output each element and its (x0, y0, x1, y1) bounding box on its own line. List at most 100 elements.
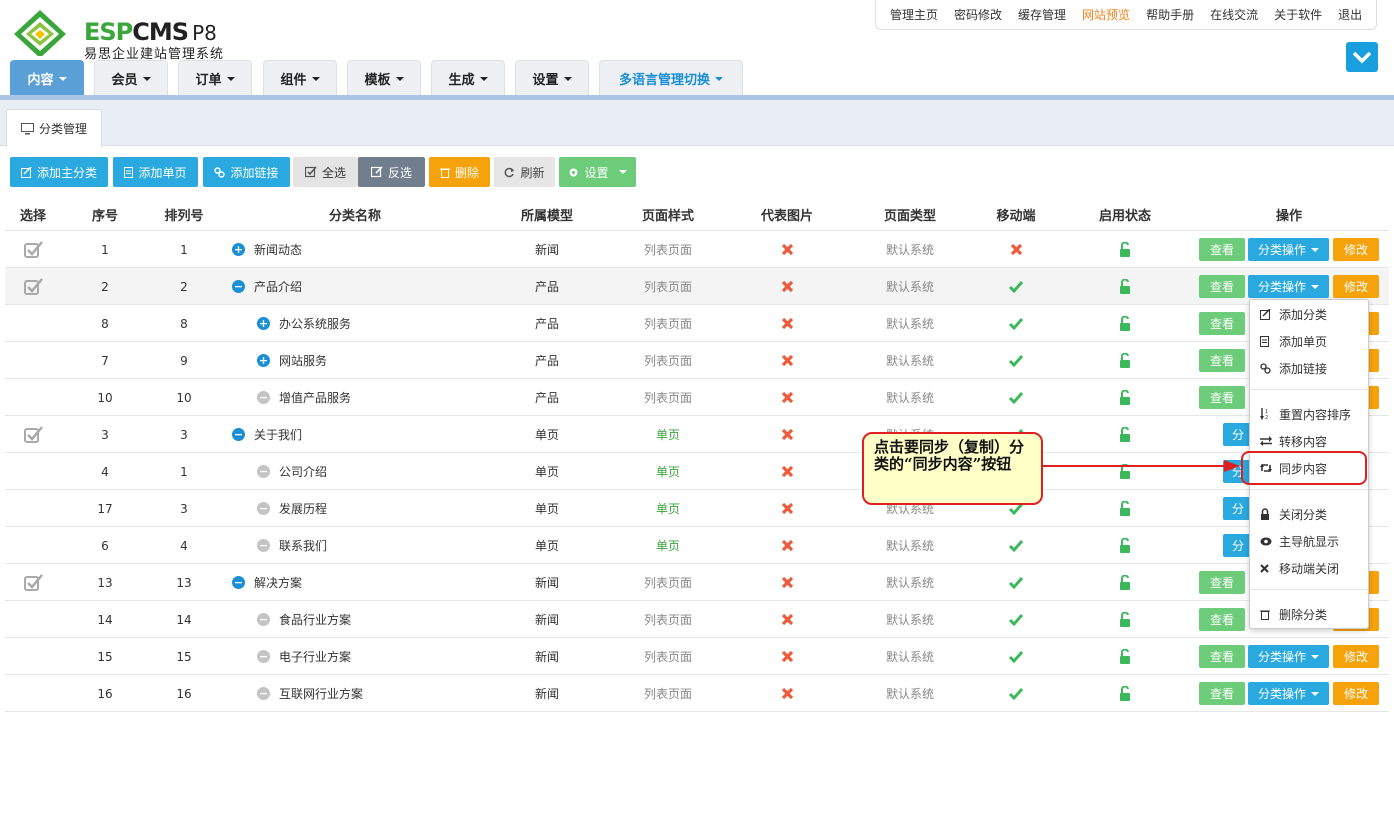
checkbox-icon[interactable] (23, 574, 43, 591)
cell-page-type: 默认系统 (885, 613, 934, 627)
nav-tab[interactable]: 多语言管理切换 (599, 60, 743, 96)
menu-item[interactable]: 关闭分类 (1250, 502, 1368, 526)
nav-tab-label: 组件 (280, 73, 307, 88)
menu-item[interactable]: 添加链接 (1250, 356, 1368, 380)
nav-tab[interactable]: 订单 (178, 60, 252, 96)
table-cell (8, 601, 58, 638)
top-menu-item[interactable]: 网站预览 (1074, 6, 1138, 23)
expand-plus-icon[interactable]: + (257, 354, 270, 367)
invert-selection-button[interactable]: 反选 (358, 157, 425, 187)
view-button[interactable]: 查看 (1199, 571, 1245, 594)
menu-item[interactable]: 添加分类 (1250, 302, 1368, 326)
menu-item[interactable]: 主导航显示 (1250, 529, 1368, 553)
cell-name: − 公司介绍 (257, 453, 477, 490)
cell-name: − 关于我们 (232, 416, 452, 453)
top-menu-item[interactable]: 缓存管理 (1010, 6, 1074, 23)
category-name: 解决方案 (254, 576, 303, 590)
category-operation-button[interactable]: 分类操作 (1248, 275, 1329, 298)
table-cell (8, 305, 58, 342)
collapse-minus-icon[interactable]: − (232, 576, 245, 589)
delete-button[interactable]: 删除 (429, 157, 490, 187)
settings-dropdown-button[interactable]: 设置 (559, 157, 636, 187)
tab-category-management[interactable]: 分类管理 (6, 109, 102, 147)
menu-item[interactable]: 添加单页 (1250, 329, 1368, 353)
tab-label: 分类管理 (39, 122, 88, 136)
top-menu-item[interactable]: 密码修改 (946, 6, 1010, 23)
category-operation-button[interactable]: 分类操作 (1248, 238, 1329, 261)
nav-tab[interactable]: 会员 (94, 60, 168, 96)
view-button[interactable]: 查看 (1199, 645, 1245, 668)
nav-tab[interactable]: 生成 (431, 60, 505, 96)
check-icon (1008, 391, 1024, 404)
view-button[interactable]: 查看 (1199, 682, 1245, 705)
expand-plus-icon[interactable]: + (257, 317, 270, 330)
column-header: 序号 (91, 209, 118, 224)
check-square-icon (304, 166, 317, 178)
nav-tab-label: 生成 (448, 73, 475, 88)
top-menu-item[interactable]: 在线交流 (1202, 6, 1266, 23)
cell-model: 产品 (534, 354, 559, 368)
menu-item[interactable]: 移动端关闭 (1250, 556, 1368, 580)
edit-button[interactable]: 修改 (1333, 238, 1379, 261)
top-menu-item[interactable]: 管理主页 (882, 6, 946, 23)
collapse-minus-icon[interactable]: − (232, 280, 245, 293)
edit-button[interactable]: 修改 (1333, 682, 1379, 705)
logo-icon (14, 10, 66, 56)
menu-item[interactable]: 删除分类 (1250, 602, 1368, 626)
cell-page-style: 列表页面 (643, 687, 692, 701)
caret-down-icon (1311, 247, 1319, 252)
add-page-label: 添加单页 (138, 165, 187, 180)
lock-icon (1260, 508, 1272, 520)
select-all-button[interactable]: 全选 (293, 157, 358, 187)
top-menu-item[interactable]: 关于软件 (1266, 6, 1330, 23)
cell-page-type: 默认系统 (885, 317, 934, 331)
view-button[interactable]: 查看 (1199, 312, 1245, 335)
add-main-category-button[interactable]: 添加主分类 (10, 157, 108, 187)
column-header: 选择 (19, 209, 46, 224)
link-icon (214, 166, 226, 178)
category-operation-button[interactable]: 分类操作 (1248, 645, 1329, 668)
cell-order: 3 (180, 427, 188, 442)
add-link-button[interactable]: 添加链接 (203, 157, 290, 187)
table-cell (1085, 231, 1165, 268)
edit-icon (20, 166, 32, 178)
refresh-button[interactable]: 刷新 (494, 157, 555, 187)
edit-button[interactable]: 修改 (1333, 645, 1379, 668)
menu-item-label: 添加分类 (1279, 307, 1328, 322)
link-icon (1260, 362, 1272, 374)
highlight-ring (1241, 451, 1367, 485)
expand-plus-icon[interactable]: + (232, 243, 245, 256)
cross-icon (781, 539, 794, 552)
add-page-button[interactable]: 添加单页 (113, 157, 198, 187)
cross-icon (781, 650, 794, 663)
checkbox-icon[interactable] (23, 426, 43, 443)
table-row: 41−公司介绍单页单页默认系统分 (5, 453, 1389, 490)
nav-tab[interactable]: 设置 (515, 60, 589, 96)
category-name: 食品行业方案 (279, 613, 352, 627)
menu-item[interactable]: 转移内容 (1250, 429, 1368, 453)
caret-down-icon (395, 76, 404, 81)
category-operation-button[interactable]: 分类操作 (1248, 682, 1329, 705)
view-button[interactable]: 查看 (1199, 275, 1245, 298)
view-button[interactable]: 查看 (1199, 238, 1245, 261)
cell-id: 16 (97, 686, 113, 701)
cross-icon (781, 465, 794, 478)
collapse-minus-icon[interactable]: − (232, 428, 245, 441)
top-menu-item[interactable]: 退出 (1330, 6, 1370, 23)
top-menu-item[interactable]: 帮助手册 (1138, 6, 1202, 23)
checkbox-icon[interactable] (23, 241, 43, 258)
nav-tab[interactable]: 内容 (10, 60, 84, 96)
checkbox-icon[interactable] (23, 278, 43, 295)
nav-tab[interactable]: 模板 (347, 60, 421, 96)
column-header: 移动端 (996, 209, 1036, 224)
menu-item[interactable]: 1 2 重置内容排序 (1250, 402, 1368, 426)
cell-page-style: 列表页面 (643, 354, 692, 368)
cell-order: 9 (180, 353, 188, 368)
nav-tab[interactable]: 组件 (263, 60, 337, 96)
operation-label: 分类操作 (1257, 650, 1306, 664)
view-button[interactable]: 查看 (1199, 349, 1245, 372)
table-cell (747, 675, 827, 712)
view-button[interactable]: 查看 (1199, 386, 1245, 409)
edit-button[interactable]: 修改 (1333, 275, 1379, 298)
view-button[interactable]: 查看 (1199, 608, 1245, 631)
